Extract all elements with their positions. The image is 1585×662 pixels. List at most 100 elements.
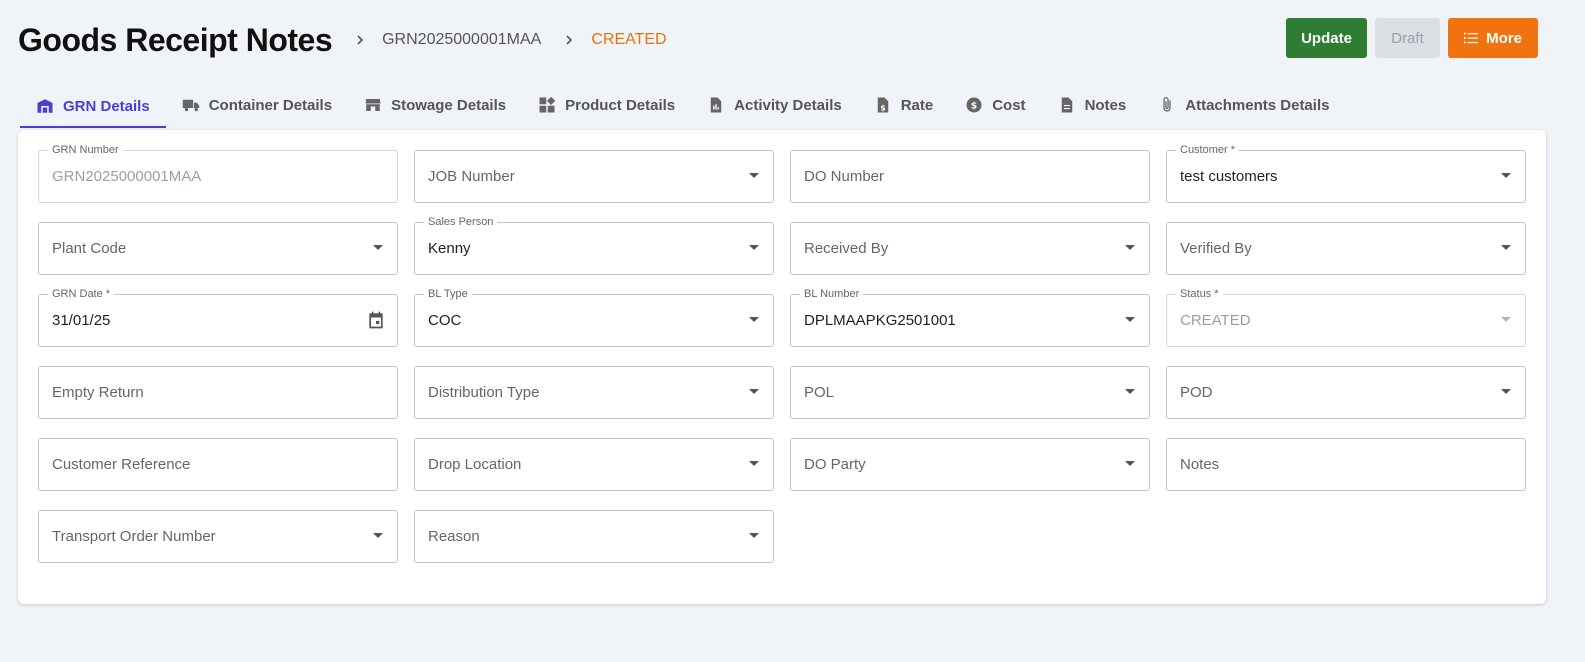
- tab-label: Container Details: [208, 96, 333, 114]
- breadcrumb-grn-id[interactable]: GRN2025000001MAA: [382, 31, 541, 49]
- chevron-right-icon: [354, 34, 366, 46]
- caret-down-icon: [373, 245, 383, 250]
- do-party-placeholder: DO Party: [804, 456, 866, 473]
- document-icon: [1061, 97, 1072, 113]
- bl-type-label: BL Type: [424, 287, 472, 301]
- tab-activity-details[interactable]: Activity Details: [691, 84, 858, 126]
- reason-select[interactable]: Reason: [414, 510, 774, 563]
- received-by-placeholder: Received By: [804, 240, 889, 257]
- tab-label: Cost: [992, 96, 1026, 114]
- pod-select[interactable]: POD: [1166, 366, 1526, 419]
- received-by-select[interactable]: Received By: [790, 222, 1150, 275]
- svg-text:$: $: [971, 101, 977, 111]
- tab-attachments-details[interactable]: Attachments Details: [1142, 84, 1345, 126]
- verified-by-placeholder: Verified By: [1180, 240, 1252, 257]
- tab-product-details[interactable]: Product Details: [522, 84, 691, 126]
- tab-stowage-details[interactable]: Stowage Details: [348, 84, 522, 126]
- tab-grn-details[interactable]: GRN Details: [20, 84, 166, 128]
- warehouse-icon: [37, 99, 53, 113]
- do-party-select[interactable]: DO Party: [790, 438, 1150, 491]
- bl-number-select[interactable]: BL Number DPLMAAPKG2501001: [790, 287, 1150, 347]
- caret-down-icon: [1501, 173, 1511, 178]
- grn-date-field[interactable]: GRN Date * 31/01/25: [38, 287, 398, 347]
- invoice-dollar-icon: $: [877, 97, 888, 113]
- calendar-icon[interactable]: [366, 310, 386, 330]
- caret-down-icon: [1125, 317, 1135, 322]
- svg-text:$: $: [880, 103, 885, 112]
- more-button[interactable]: More: [1448, 18, 1538, 58]
- bl-number-label: BL Number: [800, 287, 864, 301]
- sales-person-select[interactable]: Sales Person Kenny: [414, 215, 774, 275]
- distribution-type-select[interactable]: Distribution Type: [414, 366, 774, 419]
- do-number-placeholder: DO Number: [804, 168, 885, 185]
- bl-type-value: COC: [428, 312, 462, 329]
- plant-code-select[interactable]: Plant Code: [38, 222, 398, 275]
- tab-label: Notes: [1084, 96, 1127, 114]
- tab-notes[interactable]: Notes: [1042, 84, 1143, 126]
- draft-button[interactable]: Draft: [1375, 18, 1440, 58]
- header-actions: Update Draft More: [1286, 18, 1538, 58]
- caret-down-icon: [1125, 389, 1135, 394]
- caret-down-icon: [749, 245, 759, 250]
- customer-reference-field[interactable]: Customer Reference: [38, 438, 398, 491]
- caret-down-icon: [1125, 461, 1135, 466]
- pol-select[interactable]: POL: [790, 366, 1150, 419]
- tab-label: GRN Details: [63, 97, 150, 115]
- widgets-icon: [539, 96, 556, 113]
- customer-label: Customer *: [1176, 143, 1240, 157]
- caret-down-icon: [749, 461, 759, 466]
- status-value: CREATED: [1180, 312, 1251, 329]
- bl-type-select[interactable]: BL Type COC: [414, 287, 774, 347]
- customer-value: test customers: [1180, 168, 1278, 185]
- pod-placeholder: POD: [1180, 384, 1213, 401]
- status-select[interactable]: Status * CREATED: [1166, 287, 1526, 347]
- tab-label: Rate: [900, 96, 934, 114]
- sales-person-label: Sales Person: [424, 215, 498, 229]
- chevron-right-icon: [563, 34, 575, 46]
- page-title: Goods Receipt Notes: [18, 21, 333, 58]
- paperclip-icon: [1163, 97, 1171, 112]
- bl-number-value: DPLMAAPKG2501001: [804, 312, 956, 329]
- tab-label: Stowage Details: [391, 96, 507, 114]
- drop-location-select[interactable]: Drop Location: [414, 438, 774, 491]
- sales-person-value: Kenny: [428, 240, 471, 257]
- notes-placeholder: Notes: [1180, 456, 1220, 473]
- job-number-select[interactable]: JOB Number: [414, 150, 774, 203]
- grn-number-value: GRN2025000001MAA: [52, 168, 202, 185]
- caret-down-icon: [373, 533, 383, 538]
- distribution-type-placeholder: Distribution Type: [428, 384, 540, 401]
- grn-number-field[interactable]: GRN Number GRN2025000001MAA: [38, 143, 398, 203]
- customer-select[interactable]: Customer * test customers: [1166, 143, 1526, 203]
- grn-date-value: 31/01/25: [52, 312, 111, 329]
- list-icon: [1464, 32, 1479, 44]
- notes-field[interactable]: Notes: [1166, 438, 1526, 491]
- update-button[interactable]: Update: [1286, 18, 1367, 58]
- pol-placeholder: POL: [804, 384, 835, 401]
- caret-down-icon: [1501, 389, 1511, 394]
- drop-location-placeholder: Drop Location: [428, 456, 522, 473]
- grn-number-label: GRN Number: [48, 143, 123, 157]
- tab-container-details[interactable]: Container Details: [166, 84, 348, 126]
- more-button-label: More: [1486, 29, 1522, 47]
- transport-order-number-placeholder: Transport Order Number: [52, 528, 216, 545]
- caret-down-icon: [749, 317, 759, 322]
- caret-down-icon: [1125, 245, 1135, 250]
- caret-down-icon: [749, 173, 759, 178]
- empty-return-field[interactable]: Empty Return: [38, 366, 398, 419]
- customer-reference-placeholder: Customer Reference: [52, 456, 191, 473]
- job-number-placeholder: JOB Number: [428, 168, 515, 185]
- breadcrumb-status: CREATED: [591, 31, 667, 48]
- truck-icon: [182, 99, 199, 112]
- do-number-field[interactable]: DO Number: [790, 150, 1150, 203]
- page-header: Goods Receipt Notes GRN2025000001MAA CRE…: [18, 18, 667, 62]
- tab-bar: GRN Details Container Details Stowage De…: [20, 84, 1345, 128]
- tab-rate[interactable]: $ Rate: [858, 84, 950, 126]
- transport-order-number-select[interactable]: Transport Order Number: [38, 510, 398, 563]
- tab-label: Attachments Details: [1185, 96, 1330, 114]
- tab-cost[interactable]: $ Cost: [949, 84, 1041, 126]
- verified-by-select[interactable]: Verified By: [1166, 222, 1526, 275]
- grn-date-label: GRN Date *: [48, 287, 115, 301]
- caret-down-icon: [1501, 245, 1511, 250]
- caret-down-icon: [749, 533, 759, 538]
- caret-down-icon: [749, 389, 759, 394]
